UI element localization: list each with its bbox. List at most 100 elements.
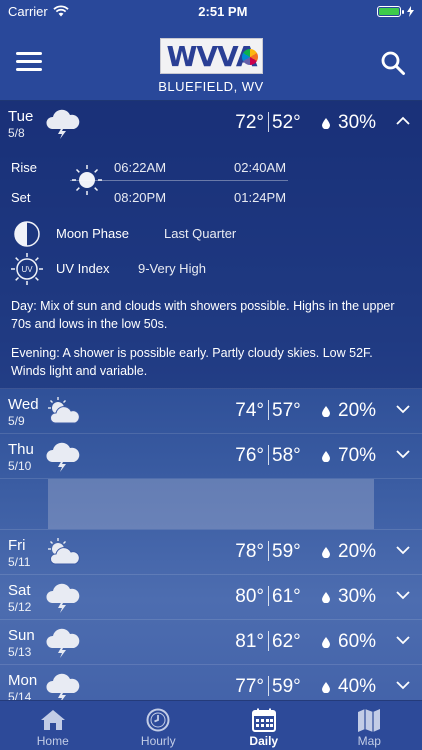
high-temp: 74° [235,400,264,421]
precip-chance: 40% [338,676,377,697]
temp-separator [268,541,269,561]
temp-separator [268,445,269,465]
search-icon[interactable] [380,50,406,76]
status-left: Carrier [8,4,69,19]
high-temp: 80° [235,586,264,607]
calendar-icon [251,708,276,732]
day-row-sun[interactable]: Sun 5/13 81° 62° 60% [0,620,422,665]
low-temp: 57° [272,400,301,421]
day-name: Thu [8,441,34,458]
precip-chance: 60% [338,631,377,652]
ad-banner[interactable] [48,479,374,529]
daily-forecast-list: Tue 5/8 72° 52° 30% Rise Set 06:22AM 08:… [0,101,422,700]
temp-separator [268,400,269,420]
day-date: 5/12 [8,600,32,614]
evening-forecast-label: Evening [11,346,57,360]
high-temp: 76° [235,445,264,466]
day-name: Sun [8,627,35,644]
location-label: BLUEFIELD, WV [158,79,264,94]
day-date: 5/13 [8,645,32,659]
low-temp: 62° [272,631,301,652]
app-header: WVVA BLUEFIELD, WV [0,22,422,101]
uv-badge-text: UV [21,265,33,274]
rise-label: Rise [11,160,38,175]
wifi-icon [53,5,69,17]
set-label: Set [11,190,31,205]
sun-moon-times: Rise Set 06:22AM 08:20PM 02:40AM 01:24PM [0,153,422,213]
uv-index-row: UV UV Index 9-Very High [0,253,422,286]
raindrop-icon [322,451,330,462]
chevron-up-icon[interactable] [396,116,410,126]
expanded-day-row[interactable]: Tue 5/8 72° 52° 30% [0,101,422,149]
menu-line [16,60,42,63]
day-forecast-label: Day [11,299,34,313]
day-row-sat[interactable]: Sat 5/12 80° 61° 30% [0,575,422,620]
day-name: Wed [8,396,39,413]
temp-separator [268,112,269,132]
chevron-down-icon[interactable] [396,680,410,690]
raindrop-icon [322,406,330,417]
day-date: 5/14 [8,690,32,700]
precip-chance: 20% [338,400,377,421]
sunset-time: 08:20PM [114,190,167,205]
ad-slot [0,479,422,530]
home-icon [40,710,65,730]
charging-icon [407,5,414,17]
status-bar: Carrier 2:51 PM [0,0,422,22]
thunderstorm-icon [46,673,80,700]
clock-icon [146,708,170,732]
chevron-down-icon[interactable] [396,404,410,414]
tab-daily[interactable]: Daily [211,701,317,750]
precip-chance: 30% [338,112,377,133]
tab-hourly[interactable]: Hourly [106,701,212,750]
menu-button[interactable] [16,52,42,72]
sunrise-time: 06:22AM [114,160,167,175]
moon-phase-label: Moon Phase [56,226,129,241]
day-date: 5/8 [8,126,25,140]
day-row-wed[interactable]: Wed 5/9 74° 57° 20% [0,389,422,434]
uv-index-label: UV Index [56,261,110,276]
low-temp: 59° [272,676,301,697]
tab-map[interactable]: Map [317,701,422,750]
status-time: 2:51 PM [198,3,248,19]
raindrop-icon [322,592,330,603]
menu-line [16,52,42,55]
chevron-down-icon[interactable] [396,590,410,600]
day-date: 5/9 [8,414,25,428]
thunderstorm-icon [46,583,80,613]
high-temp: 72° [235,112,264,133]
tab-label: Map [357,734,381,748]
day-name: Mon [8,672,38,689]
temp-separator [268,631,269,651]
expanded-day-card: Tue 5/8 72° 52° 30% Rise Set 06:22AM 08:… [0,101,422,389]
low-temp: 52° [272,112,301,133]
station-logo: WVVA [160,38,263,74]
partly-cloudy-icon [48,397,80,424]
tab-home[interactable]: Home [0,701,106,750]
thunderstorm-icon [46,109,80,139]
day-row-mon[interactable]: Mon 5/14 77° 59° 40% [0,665,422,700]
partly-cloudy-icon [48,538,80,565]
tab-label: Hourly [140,734,176,748]
thunderstorm-icon [46,628,80,658]
precip-chance: 70% [338,445,377,466]
peacock-logo-icon [242,49,258,65]
menu-line [16,68,42,71]
day-row-thu[interactable]: Thu 5/10 76° 58° 70% [0,434,422,479]
day-forecast-body: : Mix of sun and clouds with showers pos… [11,299,395,331]
precip-chance: 20% [338,541,377,562]
raindrop-icon [322,637,330,648]
low-temp: 59° [272,541,301,562]
day-name: Tue [8,108,34,125]
map-icon [358,709,381,732]
low-temp: 61° [272,586,301,607]
chevron-down-icon[interactable] [396,545,410,555]
chevron-down-icon[interactable] [396,449,410,459]
day-row-fri[interactable]: Fri 5/11 78° 59° 20% [0,530,422,575]
thunderstorm-icon [46,442,80,472]
moonset-time: 01:24PM [234,190,287,205]
status-right [377,5,414,17]
chevron-down-icon[interactable] [396,635,410,645]
tab-label: Home [36,734,69,748]
moonrise-time: 02:40AM [234,160,287,175]
